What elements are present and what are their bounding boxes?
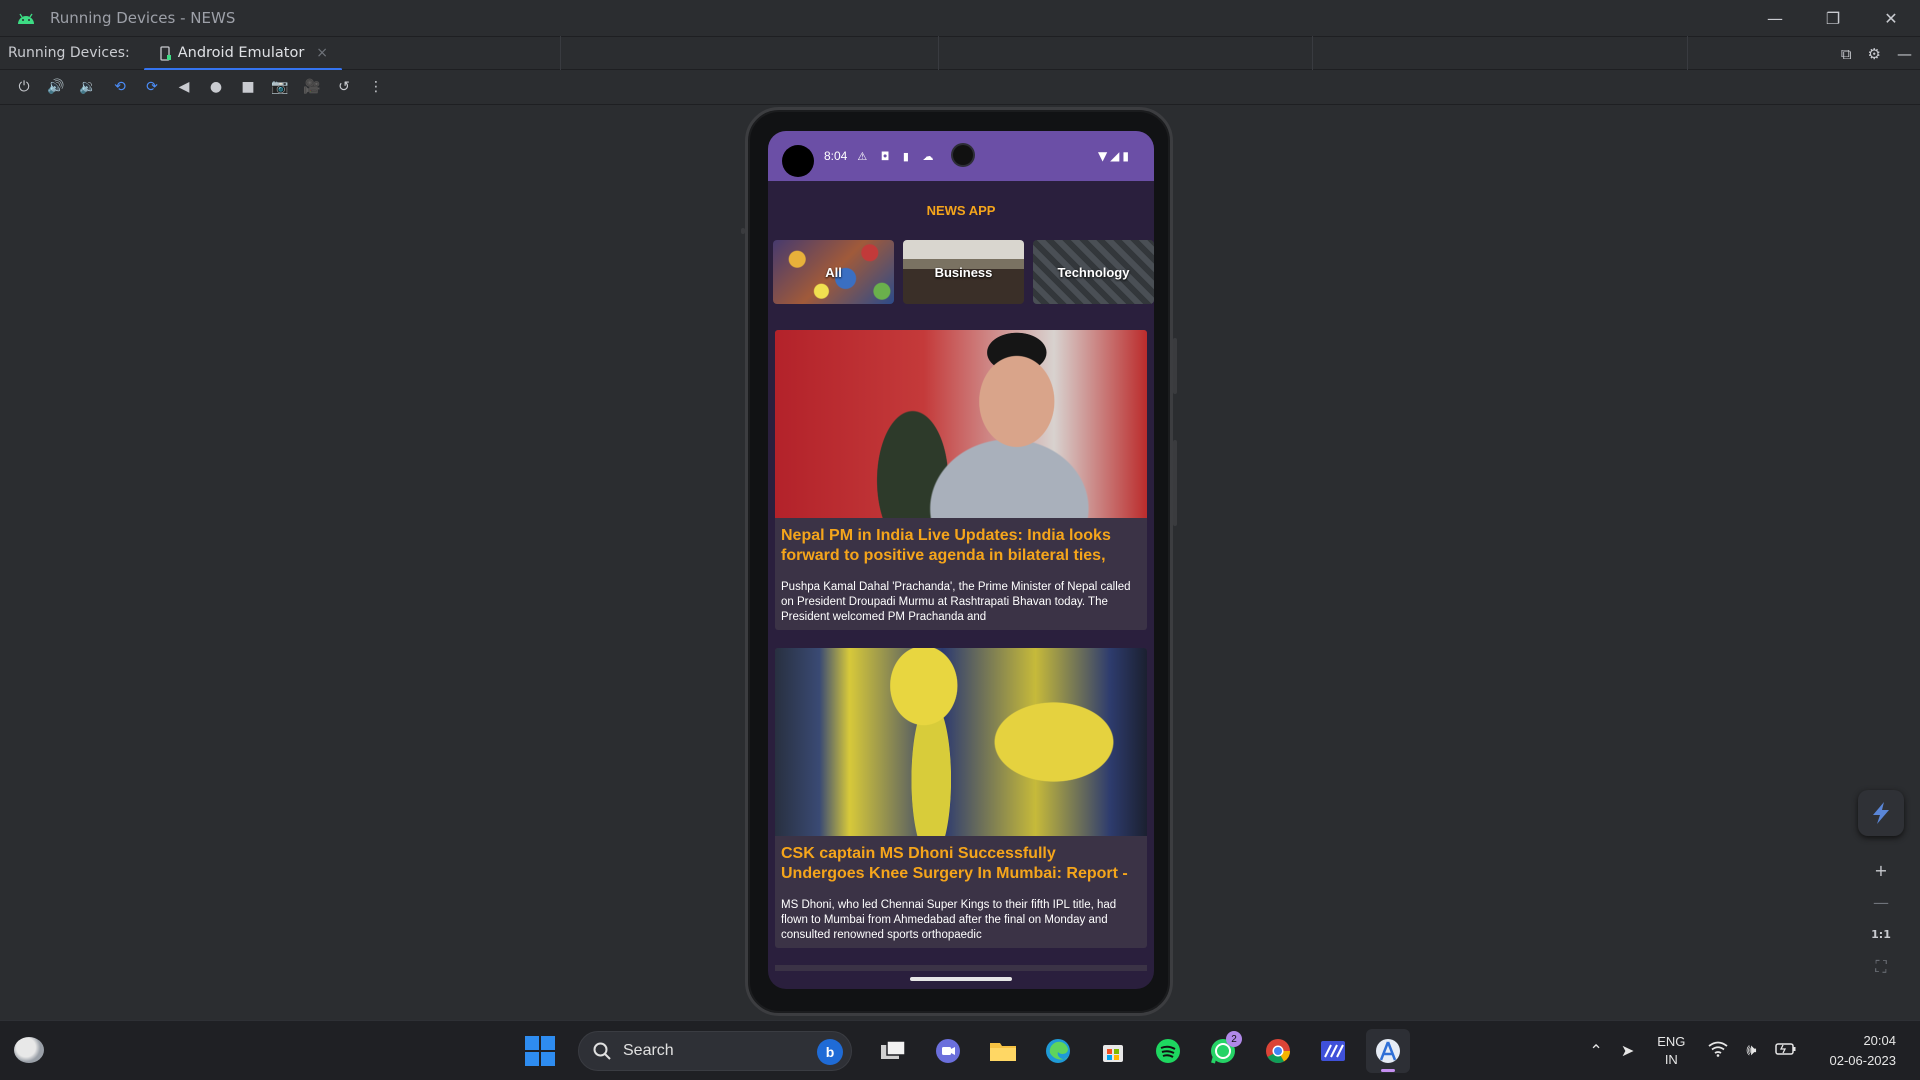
windows-taskbar: Search b 2 ⌃ ➤ ENG IN 🕪 20:04 02-06-2023 bbox=[0, 1020, 1920, 1080]
camera-icon[interactable]: 📷 bbox=[264, 73, 296, 101]
news-description: Pushpa Kamal Dahal 'Prachanda', the Prim… bbox=[781, 581, 1131, 623]
front-camera-icon bbox=[953, 145, 973, 165]
news-image bbox=[775, 648, 1147, 836]
bolt-icon bbox=[1873, 802, 1889, 824]
region-code: IN bbox=[1664, 1052, 1678, 1067]
back-icon[interactable]: ◀ bbox=[168, 73, 200, 101]
language-indicator[interactable]: ENG IN bbox=[1657, 1033, 1685, 1069]
window-title: Running Devices - NEWS bbox=[50, 9, 236, 27]
divider bbox=[938, 36, 939, 70]
notification-icons: ⚠ ◘ ▮ ☁ bbox=[857, 149, 939, 163]
teams-chat-icon[interactable] bbox=[926, 1029, 970, 1073]
zoom-in-button[interactable]: + bbox=[1874, 862, 1887, 880]
running-devices-tabbar: Running Devices: Android Emulator × ⧉ ⚙ … bbox=[0, 36, 1920, 71]
more-icon[interactable]: ⋮ bbox=[360, 73, 392, 101]
file-explorer-icon[interactable] bbox=[981, 1029, 1025, 1073]
device-icon bbox=[160, 45, 171, 61]
volume-side-button bbox=[1173, 440, 1177, 526]
next-card-edge bbox=[775, 965, 1147, 971]
close-window-button[interactable]: ✕ bbox=[1862, 0, 1920, 36]
wifi-icon[interactable] bbox=[1708, 1041, 1728, 1062]
rotate-right-icon[interactable]: ⟳ bbox=[136, 73, 168, 101]
android-status-bar: 8:04 ⚠ ◘ ▮ ☁ ▼◢▮ bbox=[768, 131, 1154, 181]
power-icon[interactable]: ⏻ bbox=[8, 73, 40, 101]
clock-date: 02-06-2023 bbox=[1829, 1053, 1897, 1068]
frame-notch bbox=[741, 228, 745, 234]
zoom-out-button[interactable]: — bbox=[1873, 894, 1889, 912]
chevron-up-icon[interactable]: ⌃ bbox=[1589, 1041, 1602, 1061]
reset-icon[interactable]: ↺ bbox=[328, 73, 360, 101]
tab-label: Android Emulator bbox=[177, 45, 305, 61]
signal-battery-icons: ▼◢▮ bbox=[1097, 149, 1132, 163]
language-code: ENG bbox=[1657, 1034, 1686, 1049]
news-headline: Nepal PM in India Live Updates: India lo… bbox=[781, 527, 1111, 564]
chrome-icon[interactable] bbox=[1256, 1029, 1300, 1073]
home-icon[interactable]: ● bbox=[200, 73, 232, 101]
taskbar-clock[interactable]: 20:04 02-06-2023 bbox=[1830, 1031, 1897, 1071]
search-icon bbox=[593, 1042, 611, 1060]
rotate-left-icon[interactable]: ⟲ bbox=[104, 73, 136, 101]
category-label: Business bbox=[934, 264, 993, 280]
tab-android-emulator[interactable]: Android Emulator × bbox=[143, 36, 343, 71]
actual-size-button[interactable]: 1:1 bbox=[1871, 926, 1891, 944]
page-title: NEWS APP bbox=[926, 203, 996, 218]
running-devices-label: Running Devices: bbox=[8, 45, 130, 61]
power-side-button bbox=[1173, 338, 1177, 394]
tab-close-icon[interactable]: × bbox=[316, 45, 328, 61]
overview-icon[interactable]: ■ bbox=[232, 73, 264, 101]
taskbar-search[interactable]: Search b bbox=[578, 1031, 852, 1071]
volume-icon[interactable]: 🕪 bbox=[1746, 1042, 1756, 1060]
layout-icon[interactable]: ⧉ bbox=[1841, 45, 1852, 63]
spotify-icon[interactable] bbox=[1146, 1029, 1190, 1073]
system-tray: ⌃ ➤ ENG IN 🕪 20:04 02-06-2023 bbox=[1580, 1021, 1920, 1080]
divider bbox=[560, 36, 561, 70]
volume-up-icon[interactable]: 🔊 bbox=[40, 73, 72, 101]
store-icon[interactable] bbox=[1091, 1029, 1135, 1073]
location-icon[interactable]: ➤ bbox=[1621, 1041, 1634, 1061]
zoom-controls: + — 1:1 ⛶ bbox=[1868, 862, 1894, 976]
category-label: All bbox=[825, 264, 842, 280]
news-headline: CSK captain MS Dhoni Successfully Underg… bbox=[781, 845, 1128, 882]
phone-frame: 8:04 ⚠ ◘ ▮ ☁ ▼◢▮ NEWS APP All Business T… bbox=[741, 107, 1177, 1016]
category-all[interactable]: All bbox=[773, 240, 894, 304]
news-image bbox=[775, 330, 1147, 518]
category-technology[interactable]: Technology bbox=[1033, 240, 1154, 304]
android-studio-icon[interactable] bbox=[1366, 1029, 1410, 1073]
weather-icon[interactable] bbox=[14, 1037, 44, 1063]
restore-button[interactable]: ❐ bbox=[1804, 0, 1862, 36]
avatar bbox=[782, 145, 814, 177]
battery-icon[interactable] bbox=[1774, 1042, 1797, 1061]
bing-icon[interactable]: b bbox=[817, 1039, 843, 1065]
search-placeholder: Search bbox=[623, 1042, 674, 1059]
divider bbox=[1687, 36, 1688, 70]
divider bbox=[1312, 36, 1313, 70]
assistant-icon[interactable] bbox=[1858, 790, 1904, 836]
emulator-toolbar: ⏻ 🔊 🔉 ⟲ ⟳ ◀ ● ■ 📷 🎥 ↺ ⋮ bbox=[0, 70, 1920, 105]
category-business[interactable]: Business bbox=[903, 240, 1024, 304]
notification-badge: 2 bbox=[1226, 1031, 1242, 1047]
fit-screen-button[interactable]: ⛶ bbox=[1875, 958, 1886, 976]
news-card[interactable]: Nepal PM in India Live Updates: India lo… bbox=[775, 330, 1147, 630]
start-button[interactable] bbox=[525, 1036, 555, 1066]
clock-time: 20:04 bbox=[1863, 1033, 1896, 1048]
category-list: All Business Technology bbox=[768, 240, 1154, 304]
news-card[interactable]: CSK captain MS Dhoni Successfully Underg… bbox=[775, 648, 1147, 948]
android-icon bbox=[18, 13, 34, 24]
task-view-icon[interactable] bbox=[871, 1029, 915, 1073]
gesture-nav-handle[interactable] bbox=[910, 977, 1012, 981]
editor-app-icon[interactable] bbox=[1311, 1029, 1355, 1073]
record-icon[interactable]: 🎥 bbox=[296, 73, 328, 101]
whatsapp-icon[interactable]: 2 bbox=[1201, 1029, 1245, 1073]
window-title-bar: Running Devices - NEWS — ❐ ✕ bbox=[0, 0, 1920, 36]
news-description: MS Dhoni, who led Chennai Super Kings to… bbox=[781, 899, 1117, 941]
status-time: 8:04 bbox=[824, 149, 848, 163]
edge-icon[interactable] bbox=[1036, 1029, 1080, 1073]
minimize-button[interactable]: — bbox=[1746, 0, 1804, 36]
volume-down-icon[interactable]: 🔉 bbox=[72, 73, 104, 101]
phone-screen[interactable]: 8:04 ⚠ ◘ ▮ ☁ ▼◢▮ NEWS APP All Business T… bbox=[768, 131, 1154, 989]
category-label: Technology bbox=[1057, 264, 1130, 280]
gear-icon[interactable]: ⚙ bbox=[1868, 45, 1881, 63]
hide-panel-icon[interactable]: — bbox=[1897, 45, 1912, 63]
